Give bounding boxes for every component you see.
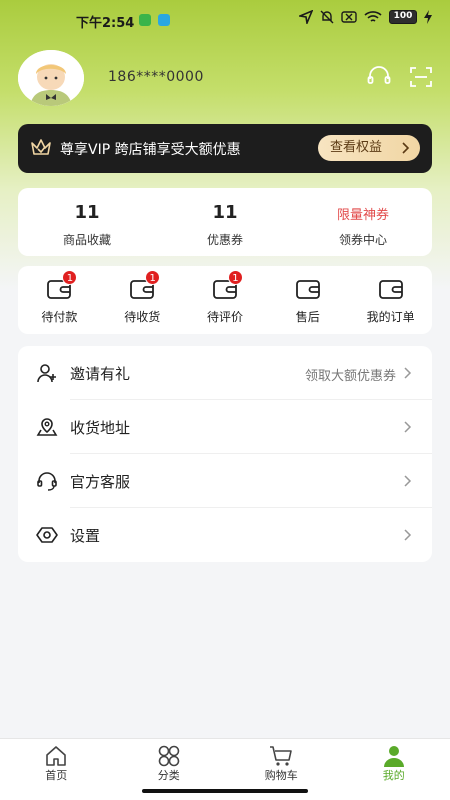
- chevron-right-icon: [402, 142, 410, 154]
- chevron-right-icon: [404, 475, 412, 487]
- profile-header: 186****0000: [0, 46, 450, 116]
- cart-icon: [270, 746, 293, 766]
- order-pending-payment[interactable]: 1 待付款: [18, 266, 101, 334]
- tab-profile[interactable]: 我的: [338, 739, 450, 800]
- tab-label: 我的: [382, 769, 405, 782]
- coupon-promo-text: 限量神券: [336, 208, 389, 223]
- crown-icon: [31, 139, 51, 155]
- status-time: 下午2:54: [76, 16, 135, 31]
- vip-banner-text: 尊享VIP 跨店铺享受大额优惠: [60, 142, 241, 158]
- wallet-icon: [378, 280, 403, 299]
- order-label: 我的订单: [366, 310, 415, 324]
- wallet-icon: [295, 280, 320, 299]
- user-phone-number: 186****0000: [108, 69, 204, 85]
- location-icon: [36, 418, 58, 436]
- order-count-badge: 1: [145, 270, 161, 285]
- menu-item-settings[interactable]: 设置: [18, 508, 432, 562]
- menu-item-label: 邀请有礼: [70, 365, 131, 383]
- scan-icon[interactable]: [408, 64, 434, 90]
- telegram-notification-icon: [158, 14, 170, 26]
- order-after-sales[interactable]: 售后: [266, 266, 349, 334]
- chevron-right-icon: [404, 367, 412, 379]
- menu-item-value: 领取大额优惠券: [304, 369, 396, 384]
- category-icon: [158, 745, 180, 767]
- order-pending-receipt[interactable]: 1 待收货: [101, 266, 184, 334]
- order-label: 待评价: [206, 310, 243, 324]
- menu-item-address[interactable]: 收货地址: [18, 400, 432, 454]
- tab-label: 分类: [157, 769, 180, 782]
- tab-label: 购物车: [264, 769, 298, 782]
- stat-favorites[interactable]: 11 商品收藏: [18, 188, 156, 256]
- tab-home[interactable]: 首页: [0, 739, 113, 800]
- settings-menu: 邀请有礼 领取大额优惠券 收货地址 官方客服 设置: [18, 346, 432, 562]
- add-user-icon: [37, 364, 56, 383]
- order-my-orders[interactable]: 我的订单: [349, 266, 432, 334]
- menu-item-customer-service[interactable]: 官方客服: [18, 454, 432, 508]
- settings-icon: [36, 527, 58, 543]
- avatar-illustration: [18, 50, 84, 106]
- stat-label: 优惠券: [206, 233, 243, 247]
- stat-coupon-center[interactable]: 限量神券 领券中心: [294, 188, 432, 256]
- battery-indicator: 100: [389, 10, 417, 24]
- view-benefits-button[interactable]: 查看权益: [318, 135, 420, 161]
- charging-icon: [424, 10, 432, 24]
- vip-banner[interactable]: 尊享VIP 跨店铺享受大额优惠 查看权益: [18, 124, 432, 173]
- sim-off-icon: [341, 11, 357, 23]
- menu-item-label: 设置: [70, 527, 101, 545]
- location-arrow-icon: [299, 10, 313, 24]
- stat-coupons[interactable]: 11 优惠券: [156, 188, 294, 256]
- order-count-badge: 1: [62, 270, 78, 285]
- headset-icon: [37, 472, 57, 491]
- chevron-right-icon: [404, 529, 412, 541]
- order-label: 待付款: [41, 310, 78, 324]
- avatar[interactable]: [18, 50, 84, 106]
- tab-label: 首页: [45, 769, 68, 782]
- stats-card: 11 商品收藏 11 优惠券 限量神券 领券中心: [18, 188, 432, 256]
- chevron-right-icon: [404, 421, 412, 433]
- order-label: 待收货: [124, 310, 161, 324]
- stat-value: 11: [212, 202, 238, 223]
- stat-label: 商品收藏: [62, 233, 111, 247]
- status-bar: 下午2:54 100: [0, 0, 450, 40]
- mute-bell-icon: [320, 10, 334, 24]
- app-notification-icon: [139, 14, 151, 26]
- wifi-icon: [364, 11, 382, 22]
- stat-value: 11: [74, 202, 100, 223]
- home-icon: [46, 746, 67, 766]
- order-label: 售后: [295, 310, 320, 324]
- menu-item-label: 收货地址: [70, 419, 131, 437]
- customer-service-headset-icon[interactable]: [366, 64, 392, 90]
- orders-card: 1 待付款 1 待收货 1 待评价 售后 我的订单: [18, 266, 432, 334]
- home-indicator: [142, 789, 308, 793]
- user-icon: [383, 746, 404, 767]
- stat-label: 领券中心: [338, 233, 387, 247]
- order-count-badge: 1: [227, 270, 243, 285]
- menu-item-invite[interactable]: 邀请有礼 领取大额优惠券: [18, 346, 432, 400]
- order-pending-review[interactable]: 1 待评价: [184, 266, 267, 334]
- status-icons: 100: [299, 10, 432, 24]
- menu-item-label: 官方客服: [70, 473, 131, 491]
- view-benefits-label: 查看权益: [330, 140, 383, 155]
